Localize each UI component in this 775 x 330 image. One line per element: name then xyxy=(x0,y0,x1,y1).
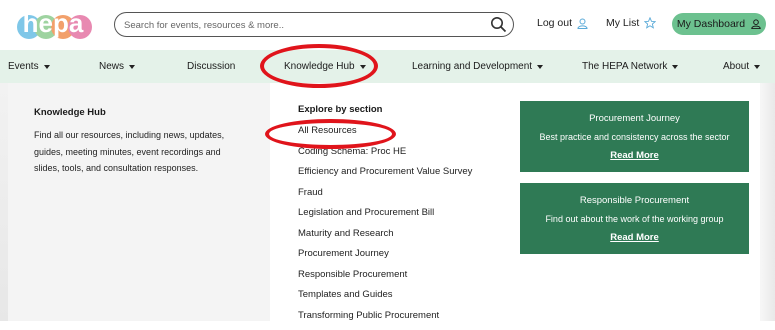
nav-label: Knowledge Hub xyxy=(284,61,355,72)
site-header: hepa Log out My List My Dashboard xyxy=(0,0,775,50)
mega-menu-description: Find all our resources, including news, … xyxy=(34,127,244,177)
promo-card-procurement-journey: Procurement Journey Best practice and co… xyxy=(520,101,749,172)
user-icon xyxy=(577,18,588,29)
my-list-link[interactable]: My List xyxy=(606,17,656,29)
search-box xyxy=(114,12,514,37)
background-image xyxy=(760,83,775,321)
nav-label: Events xyxy=(8,61,39,72)
my-list-label: My List xyxy=(606,17,639,29)
nav-item-about[interactable]: About xyxy=(723,61,760,72)
nav-item-the-hepa-network[interactable]: The HEPA Network xyxy=(582,61,678,72)
nav-item-discussion[interactable]: Discussion xyxy=(187,61,235,72)
nav-label: Learning and Development xyxy=(412,61,532,72)
explore-heading: Explore by section xyxy=(298,104,382,115)
section-link-maturity-research[interactable]: Maturity and Research xyxy=(298,228,472,249)
my-dashboard-label: My Dashboard xyxy=(677,18,745,30)
section-link-legislation[interactable]: Legislation and Procurement Bill xyxy=(298,207,472,228)
nav-item-news[interactable]: News xyxy=(99,61,135,72)
section-link-all-resources[interactable]: All Resources xyxy=(298,125,472,146)
card-description: Find out about the work of the working g… xyxy=(520,214,749,224)
section-link-coding-schema[interactable]: Coding Schema: Proc HE xyxy=(298,146,472,167)
caret-down-icon xyxy=(44,65,50,69)
mega-menu-intro-panel xyxy=(8,83,270,321)
promo-card-responsible-procurement: Responsible Procurement Find out about t… xyxy=(520,183,749,254)
svg-text:hepa: hepa xyxy=(23,8,84,38)
caret-down-icon xyxy=(754,65,760,69)
card-description: Best practice and consistency across the… xyxy=(520,132,749,142)
section-link-responsible-procurement[interactable]: Responsible Procurement xyxy=(298,269,472,290)
read-more-link[interactable]: Read More xyxy=(520,232,749,243)
caret-down-icon xyxy=(129,65,135,69)
search-input[interactable] xyxy=(124,17,484,33)
nav-label: The HEPA Network xyxy=(582,61,667,72)
logout-label: Log out xyxy=(537,17,572,29)
section-link-efficiency-survey[interactable]: Efficiency and Procurement Value Survey xyxy=(298,166,472,187)
section-link-templates-guides[interactable]: Templates and Guides xyxy=(298,289,472,310)
main-nav: Events News Discussion Knowledge Hub Lea… xyxy=(0,50,775,83)
section-link-transforming-public-procurement[interactable]: Transforming Public Procurement xyxy=(298,310,472,330)
caret-down-icon xyxy=(672,65,678,69)
user-icon xyxy=(751,19,761,29)
card-title: Responsible Procurement xyxy=(520,195,749,206)
my-dashboard-button[interactable]: My Dashboard xyxy=(672,13,766,35)
section-link-fraud[interactable]: Fraud xyxy=(298,187,472,208)
section-list: All Resources Coding Schema: Proc HE Eff… xyxy=(298,125,472,330)
hepa-logo[interactable]: hepa xyxy=(12,3,94,41)
section-link-procurement-journey[interactable]: Procurement Journey xyxy=(298,248,472,269)
background-image xyxy=(0,83,8,321)
card-title: Procurement Journey xyxy=(520,113,749,124)
search-icon[interactable] xyxy=(490,16,507,33)
mega-menu-title: Knowledge Hub xyxy=(34,107,106,118)
nav-item-knowledge-hub[interactable]: Knowledge Hub xyxy=(284,61,366,72)
logout-link[interactable]: Log out xyxy=(537,17,588,29)
nav-label: About xyxy=(723,61,749,72)
read-more-link[interactable]: Read More xyxy=(520,150,749,161)
caret-down-icon xyxy=(360,65,366,69)
nav-item-events[interactable]: Events xyxy=(8,61,50,72)
nav-label: Discussion xyxy=(187,61,235,72)
caret-down-icon xyxy=(537,65,543,69)
star-icon xyxy=(644,17,656,29)
nav-label: News xyxy=(99,61,124,72)
nav-item-learning-and-development[interactable]: Learning and Development xyxy=(412,61,543,72)
